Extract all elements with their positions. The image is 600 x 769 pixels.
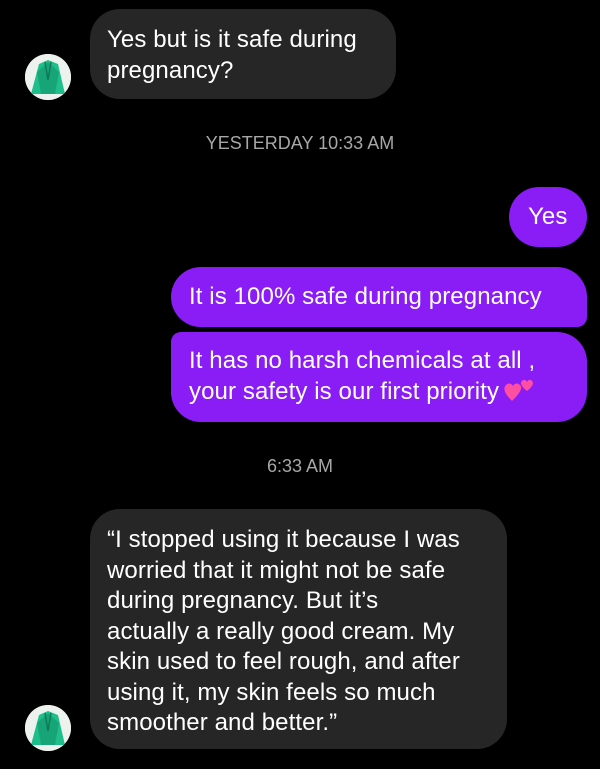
- message-text-line: Yes but is it safe during: [107, 26, 357, 53]
- message-text-line: using it, my skin feels so much: [107, 678, 436, 706]
- message-text-line: It has no harsh chemicals at all ,: [189, 347, 536, 374]
- incoming-message[interactable]: “I stopped using it because I was worrie…: [90, 509, 507, 749]
- contact-avatar[interactable]: [25, 705, 71, 751]
- two-hearts-icon: [504, 379, 533, 401]
- message-text-line: Yes: [528, 203, 568, 230]
- outgoing-message[interactable]: It is 100% safe during pregnancy: [171, 267, 587, 327]
- message-text-line: “I stopped using it because I was: [107, 526, 460, 553]
- message-text-line: smoother and better.”: [107, 709, 338, 736]
- message-text-line: It is 100% safe during pregnancy: [189, 283, 542, 310]
- message-text-line: during pregnancy. But it’s: [107, 587, 379, 614]
- timestamp-divider: 6:33 AM: [266, 456, 334, 476]
- incoming-message[interactable]: Yes but is it safe during pregnancy?: [90, 9, 396, 99]
- outgoing-message[interactable]: Yes: [509, 187, 587, 247]
- avatar-image: [25, 705, 71, 751]
- message-text-line: actually a really good cream. My: [107, 617, 455, 645]
- message-text-line: skin used to feel rough, and after: [107, 648, 460, 675]
- message-text-line: worried that it might not be safe: [107, 556, 446, 584]
- contact-avatar[interactable]: [25, 54, 71, 100]
- timestamp-divider: YESTERDAY 10:33 AM: [205, 133, 395, 153]
- message-text-line: your safety is our first priority: [189, 377, 587, 408]
- message-text-line: pregnancy?: [107, 56, 234, 84]
- outgoing-message[interactable]: It has no harsh chemicals at all , your …: [171, 332, 587, 422]
- avatar-image: [25, 54, 71, 100]
